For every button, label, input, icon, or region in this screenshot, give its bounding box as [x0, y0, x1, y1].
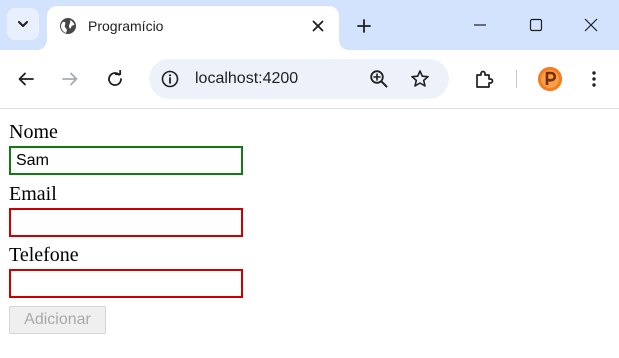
- maximize-button[interactable]: [508, 0, 564, 50]
- arrow-left-icon: [17, 70, 35, 88]
- toolbar-divider: [516, 70, 517, 88]
- telefone-label: Telefone: [9, 244, 79, 266]
- arrow-right-icon: [61, 70, 79, 88]
- new-tab-button[interactable]: [351, 13, 377, 39]
- adicionar-button[interactable]: Adicionar: [9, 306, 106, 334]
- zoom-in-icon: [369, 69, 389, 89]
- nome-input[interactable]: [9, 146, 243, 175]
- nome-label: Nome: [9, 121, 58, 143]
- tab-close-button[interactable]: [307, 15, 329, 37]
- close-icon: [312, 20, 324, 32]
- close-window-button[interactable]: [563, 0, 619, 50]
- email-label: Email: [9, 183, 57, 205]
- tab-search-button[interactable]: [7, 8, 39, 40]
- email-input[interactable]: [9, 208, 243, 237]
- back-button[interactable]: [9, 62, 43, 96]
- extensions-button[interactable]: [467, 62, 501, 96]
- address-bar[interactable]: localhost:4200: [149, 59, 449, 99]
- profile-avatar-button[interactable]: [538, 67, 562, 91]
- bookmark-button[interactable]: [407, 66, 433, 92]
- browser-menu-button[interactable]: [577, 62, 611, 96]
- tab-title: Programício: [88, 18, 164, 34]
- chevron-down-icon: [16, 17, 30, 31]
- maximize-icon: [529, 18, 543, 32]
- puzzle-icon: [474, 69, 494, 89]
- reload-button[interactable]: [98, 62, 132, 96]
- browser-toolbar: localhost:4200: [0, 50, 619, 109]
- star-icon: [410, 69, 430, 89]
- forward-button[interactable]: [53, 62, 87, 96]
- browser-window: Programício localhost:4200 Nome Sam Emai…: [0, 0, 619, 358]
- zoom-button[interactable]: [366, 66, 392, 92]
- info-icon: [161, 70, 179, 88]
- kebab-menu-icon: [585, 70, 603, 88]
- profile-avatar-icon: [538, 67, 562, 91]
- reload-icon: [106, 70, 124, 88]
- globe-icon: [59, 17, 77, 35]
- url-text: localhost:4200: [195, 70, 299, 87]
- plus-icon: [356, 18, 372, 34]
- minimize-icon: [473, 18, 487, 32]
- minimize-button[interactable]: [452, 0, 508, 50]
- site-info-button[interactable]: [157, 66, 183, 92]
- tab-strip: Programício: [0, 0, 619, 50]
- close-icon: [584, 18, 598, 32]
- telefone-input[interactable]: [9, 269, 243, 298]
- tab-active[interactable]: Programício: [47, 6, 339, 50]
- page-content: Nome Email Telefone Adicionar: [0, 109, 619, 358]
